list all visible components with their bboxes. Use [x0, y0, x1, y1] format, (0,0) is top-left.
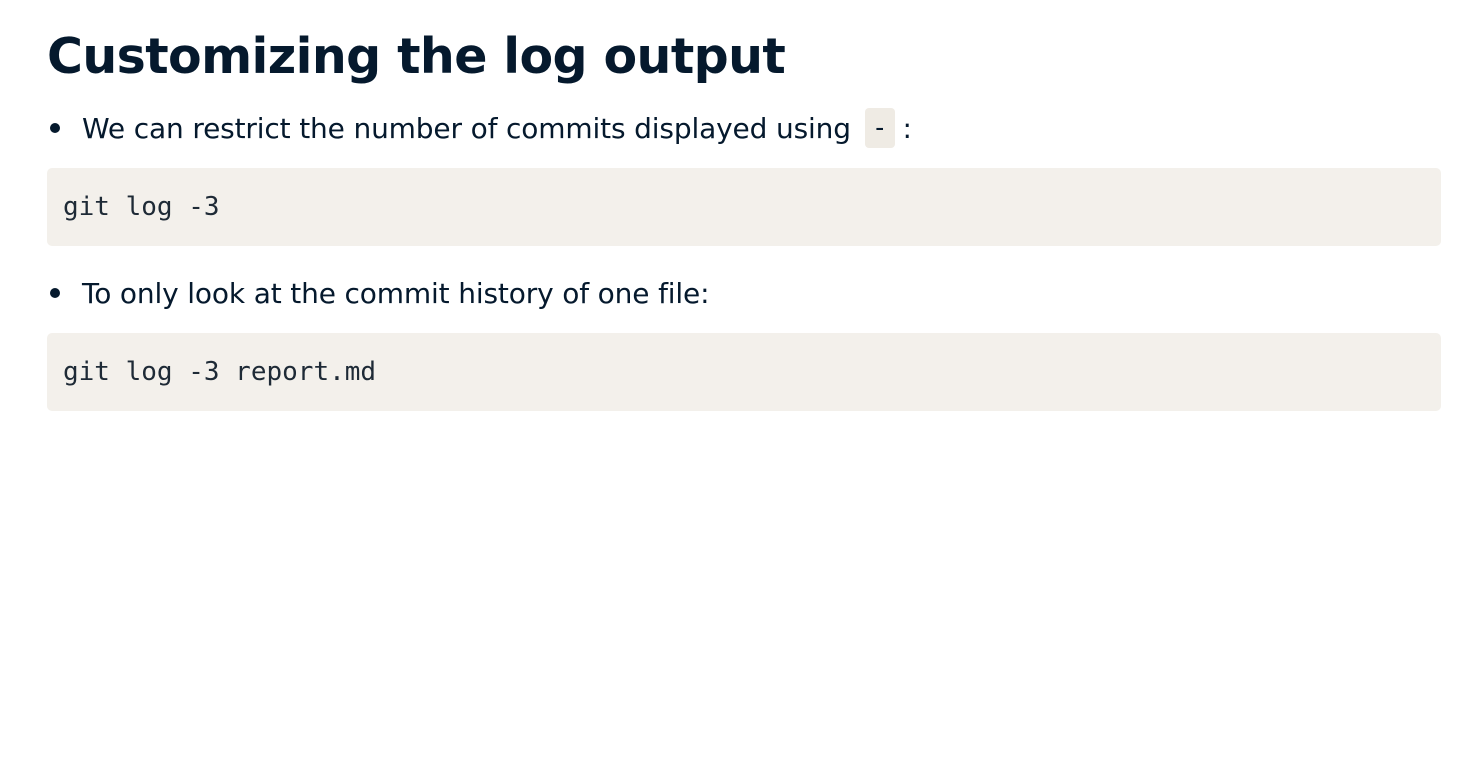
- slide-title: Customizing the log output: [47, 28, 786, 85]
- bullet-suffix: :: [902, 111, 912, 145]
- bullet-dot-icon: [50, 123, 60, 133]
- bullet-item-restrict-commits: We can restrict the number of commits di…: [47, 108, 912, 148]
- bullet-item-file-history: To only look at the commit history of on…: [47, 273, 710, 313]
- bullet-text: We can restrict the number of commits di…: [82, 111, 851, 145]
- code-line: git log -3: [63, 192, 220, 222]
- code-line: git log -3 report.md: [63, 357, 377, 387]
- inline-code: -: [864, 108, 895, 148]
- bullet-text: To only look at the commit history of on…: [82, 276, 710, 310]
- bullet-dot-icon: [50, 288, 60, 298]
- code-block: git log -3: [47, 168, 1441, 246]
- code-block: git log -3 report.md: [47, 333, 1441, 411]
